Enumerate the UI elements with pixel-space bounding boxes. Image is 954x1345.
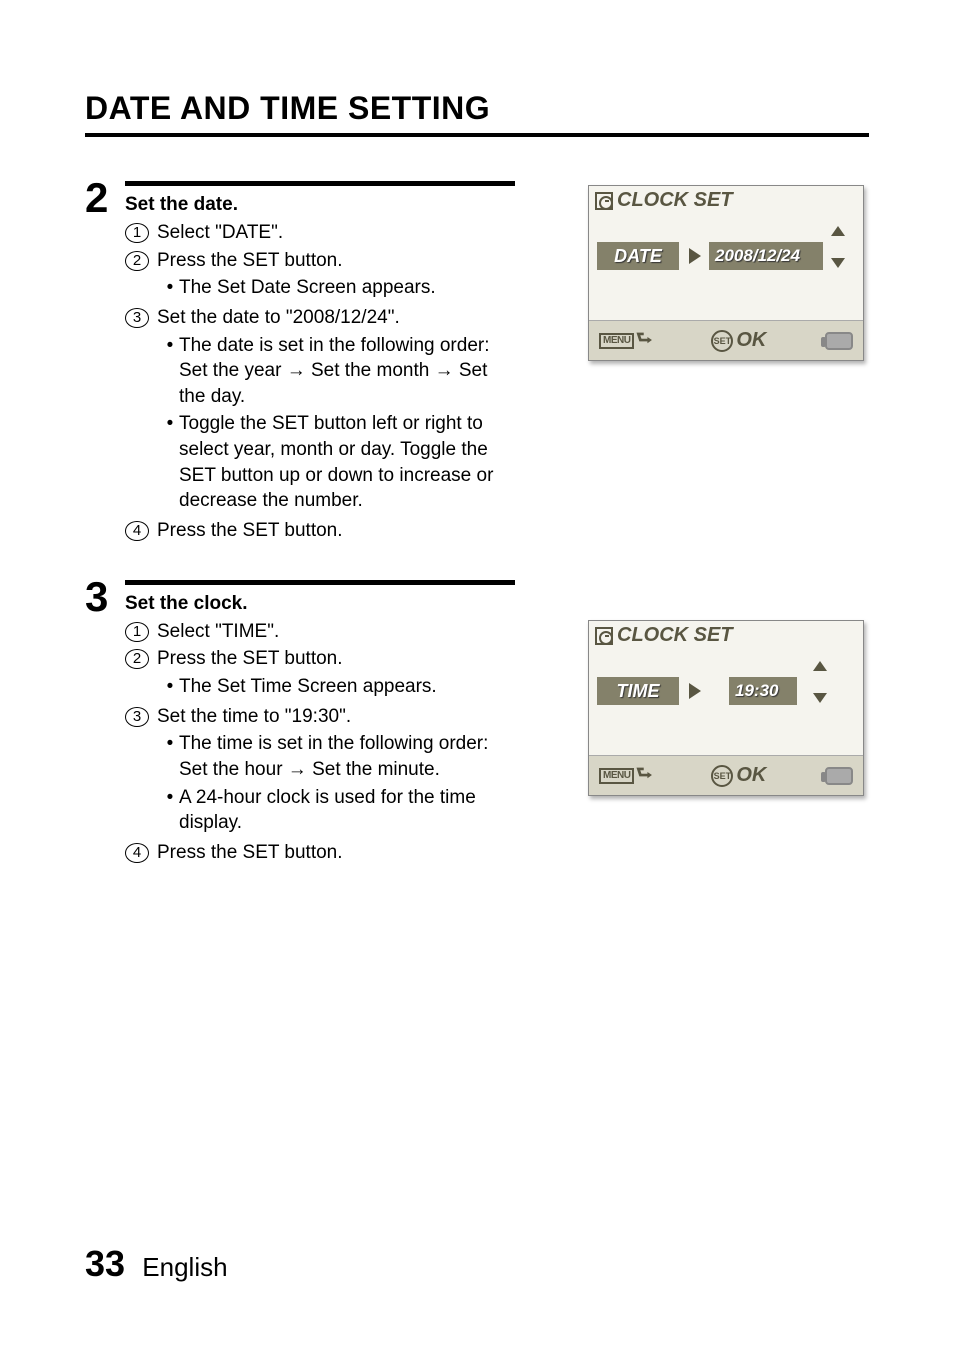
set-ok-badge: SET OK — [711, 329, 766, 352]
menu-back-badge: MENU ⮐ — [599, 326, 653, 356]
set-label: SET — [711, 330, 733, 352]
substep-text: Select "DATE". — [157, 220, 515, 246]
bullet-text: The Set Date Screen appears. — [179, 275, 436, 301]
menu-label: MENU — [599, 768, 634, 784]
circ-1: 1 — [125, 622, 149, 642]
return-arrow-icon: ⮐ — [636, 761, 652, 791]
set-label: SET — [711, 765, 733, 787]
circ-4: 4 — [125, 521, 149, 541]
circ-3: 3 — [125, 707, 149, 727]
bullet-text: The date is set in the following order: … — [179, 333, 515, 410]
field-value: 2008/12/24 — [709, 242, 823, 270]
card-icon — [825, 767, 853, 785]
field-label: DATE — [597, 242, 679, 270]
menu-label: MENU — [599, 333, 634, 349]
step-title: Set the clock. — [125, 593, 515, 615]
step-title: Set the date. — [125, 194, 515, 216]
screen-time: CLOCK SET TIME 19:30 MENU ⮐ SET OK — [588, 620, 864, 796]
substep-text: Set the date to "2008/12/24". •The date … — [157, 305, 515, 516]
page-title: DATE AND TIME SETTING — [85, 90, 869, 137]
circ-4: 4 — [125, 843, 149, 863]
field-value: 19:30 — [729, 677, 797, 705]
circ-2: 2 — [125, 251, 149, 271]
down-arrow-icon — [813, 693, 827, 703]
right-arrow-icon — [689, 248, 701, 264]
page-footer: 33 English — [85, 1243, 228, 1285]
bullet-text: A 24-hour clock is used for the time dis… — [179, 785, 515, 836]
screen-title: CLOCK SET — [617, 624, 733, 647]
down-arrow-icon — [831, 258, 845, 268]
screen-date: CLOCK SET DATE 2008/12/24 MENU ⮐ SET OK — [588, 185, 864, 361]
right-arrow-icon — [689, 683, 701, 699]
up-arrow-icon — [831, 226, 845, 236]
circ-1: 1 — [125, 223, 149, 243]
circ-2: 2 — [125, 649, 149, 669]
ok-label: OK — [736, 764, 766, 787]
page-language: English — [142, 1252, 227, 1282]
bullet-text: The time is set in the following order: … — [179, 731, 515, 782]
substep-text: Press the SET button. — [157, 840, 515, 866]
step-number: 2 — [85, 177, 125, 219]
step-number: 3 — [85, 576, 125, 618]
clock-icon — [595, 192, 613, 210]
up-arrow-icon — [813, 661, 827, 671]
set-ok-badge: SET OK — [711, 764, 766, 787]
substep-text: Press the SET button. •The Set Time Scre… — [157, 646, 515, 701]
card-icon — [825, 332, 853, 350]
substep-text: Select "TIME". — [157, 619, 515, 645]
substep-text: Set the time to "19:30". •The time is se… — [157, 704, 515, 838]
bullet-text: Toggle the SET button left or right to s… — [179, 411, 515, 514]
substep-list: 1 Select "TIME". 2 Press the SET button. … — [125, 619, 515, 866]
page-number: 33 — [85, 1243, 125, 1284]
bullet-text: The Set Time Screen appears. — [179, 674, 437, 700]
return-arrow-icon: ⮐ — [636, 326, 652, 356]
substep-text: Press the SET button. •The Set Date Scre… — [157, 248, 515, 303]
clock-icon — [595, 627, 613, 645]
substep-text: Press the SET button. — [157, 518, 515, 544]
circ-3: 3 — [125, 308, 149, 328]
substep-list: 1 Select "DATE". 2 Press the SET button. … — [125, 220, 515, 544]
screen-title: CLOCK SET — [617, 189, 733, 212]
menu-back-badge: MENU ⮐ — [599, 761, 653, 791]
ok-label: OK — [736, 329, 766, 352]
field-label: TIME — [597, 677, 679, 705]
